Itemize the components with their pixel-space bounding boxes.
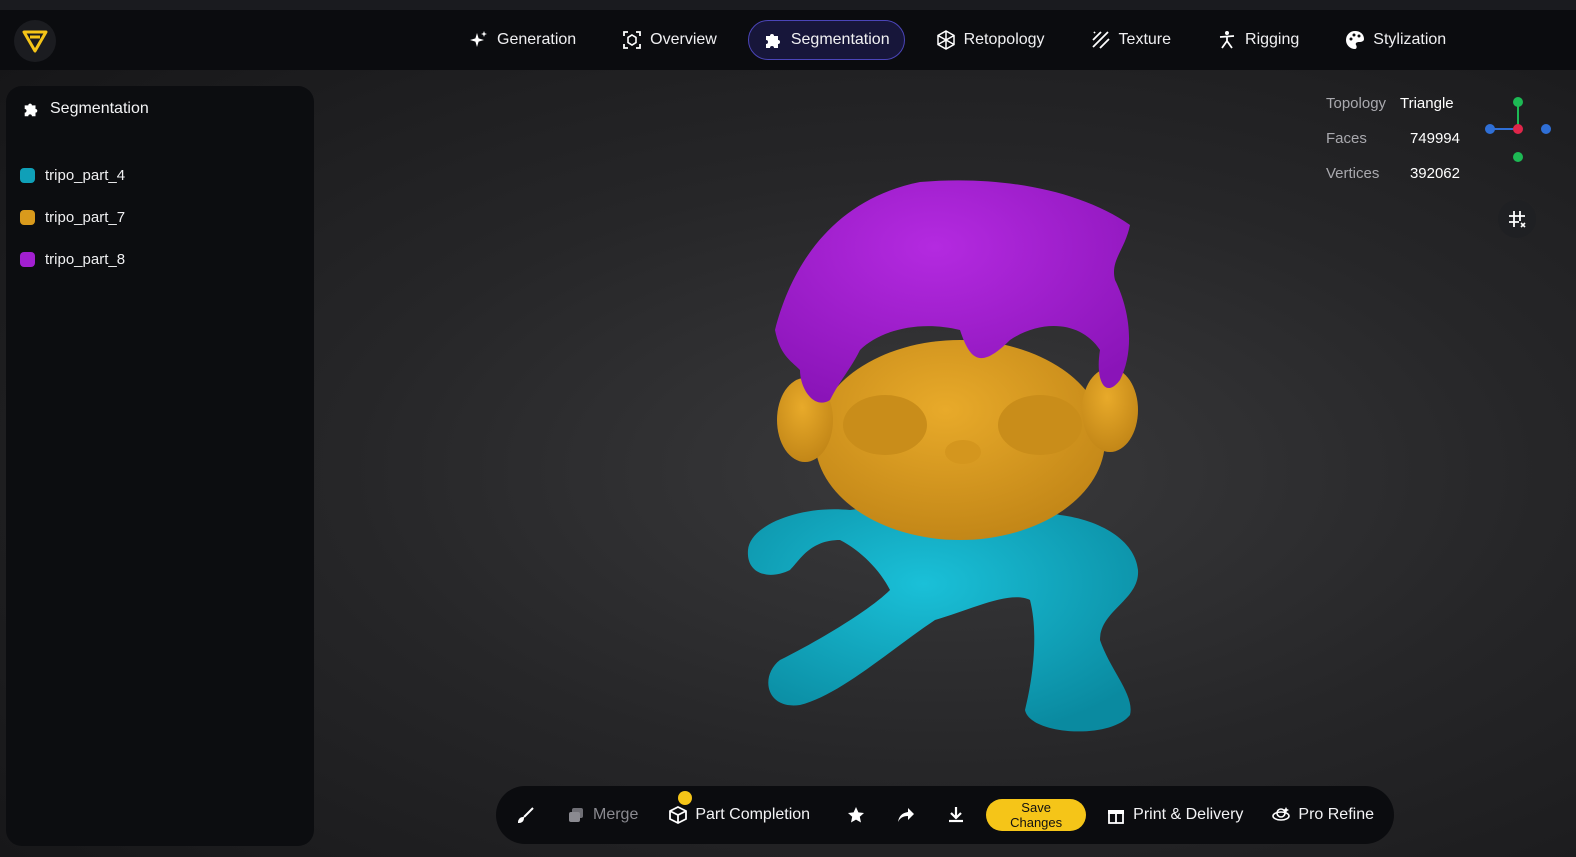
- part-color-swatch: [20, 251, 35, 267]
- hatch-icon: [1091, 31, 1110, 49]
- puzzle-icon: [765, 34, 780, 48]
- palette-icon: [1346, 31, 1365, 49]
- tab-segmentation-label: Segmentation: [790, 31, 890, 48]
- tab-stylization-label: Stylization: [1373, 31, 1447, 48]
- stat-vertices-label: Vertices: [1326, 165, 1380, 182]
- grid-icon: [1509, 211, 1526, 228]
- stat-faces-value: 749994: [1409, 130, 1460, 147]
- download-button[interactable]: [946, 805, 966, 825]
- figure-icon: [1219, 31, 1235, 49]
- share-arrow-icon: [898, 808, 915, 822]
- favorite-button[interactable]: [846, 805, 866, 825]
- refine-icon: [1272, 807, 1291, 821]
- share-button[interactable]: [896, 805, 916, 825]
- tab-generation-label: Generation: [497, 31, 577, 48]
- download-icon: [949, 807, 964, 823]
- part-completion-button[interactable]: Part Completion: [668, 791, 811, 825]
- axis-gizmo[interactable]: [1482, 94, 1554, 164]
- star-icon: [848, 807, 865, 823]
- axis-z-positive[interactable]: [1541, 124, 1551, 134]
- app-logo[interactable]: [14, 20, 56, 62]
- brush-icon: [517, 807, 534, 824]
- bottom-toolbar: Merge Part Completion Save Changes Print…: [496, 786, 1394, 844]
- merge-label: Merge: [593, 806, 639, 823]
- part-name: tripo_part_8: [45, 250, 126, 268]
- stat-faces: Faces 749994: [1326, 121, 1470, 156]
- premium-crown-icon: [678, 791, 693, 805]
- tab-retopology[interactable]: Retopology: [921, 20, 1060, 60]
- part-name: tripo_part_4: [45, 166, 126, 184]
- tab-overview[interactable]: Overview: [607, 20, 732, 60]
- sidebar-title: Segmentation: [50, 100, 149, 117]
- segmentation-sidebar: Segmentation tripo_part_4 tripo_part_7 t…: [6, 86, 314, 846]
- 3d-model-viewport[interactable]: [720, 170, 1170, 760]
- sidebar-header: Segmentation: [22, 100, 149, 118]
- print-delivery-button[interactable]: Print & Delivery: [1106, 805, 1243, 825]
- mesh-stats: Topology Triangle Faces 749994 Vertices …: [1326, 86, 1470, 191]
- top-navigation-bar: Generation Overview Segmentation Retopol…: [0, 0, 1576, 70]
- logo-icon: [22, 30, 48, 53]
- scan-cube-icon: [623, 31, 642, 49]
- mesh-icon: [936, 30, 955, 50]
- main-nav: Generation Overview Segmentation Retopol…: [454, 20, 1477, 60]
- tab-texture[interactable]: Texture: [1076, 20, 1186, 60]
- axis-y-negative[interactable]: [1513, 152, 1523, 162]
- part-item-7[interactable]: tripo_part_7: [20, 196, 125, 238]
- tab-overview-label: Overview: [650, 31, 717, 48]
- brush-tool-button[interactable]: [516, 805, 536, 825]
- grid-toggle-button[interactable]: [1498, 200, 1536, 238]
- tab-rigging[interactable]: Rigging: [1202, 20, 1314, 60]
- stat-topology: Topology Triangle: [1326, 86, 1470, 121]
- part-item-4[interactable]: tripo_part_4: [20, 154, 125, 196]
- stat-topology-label: Topology: [1326, 95, 1387, 112]
- pro-refine-button[interactable]: Pro Refine: [1271, 805, 1374, 825]
- tab-texture-label: Texture: [1118, 31, 1172, 48]
- tab-retopology-label: Retopology: [963, 31, 1045, 48]
- sparkle-icon: [470, 31, 487, 47]
- tab-segmentation[interactable]: Segmentation: [747, 20, 905, 60]
- axis-x[interactable]: [1513, 124, 1523, 134]
- axis-y-positive[interactable]: [1513, 97, 1523, 107]
- part-color-swatch: [20, 167, 35, 183]
- tab-rigging-label: Rigging: [1245, 31, 1300, 48]
- merge-button[interactable]: Merge: [566, 805, 638, 825]
- part-list: tripo_part_4 tripo_part_7 tripo_part_8: [20, 154, 125, 280]
- part-color-swatch: [20, 209, 35, 225]
- box-icon: [669, 805, 688, 825]
- pro-refine-label: Pro Refine: [1298, 806, 1374, 823]
- stat-vertices: Vertices 392062: [1326, 156, 1470, 191]
- stat-vertices-value: 392062: [1409, 165, 1460, 182]
- save-changes-button[interactable]: Save Changes: [986, 799, 1087, 831]
- puzzle-icon: [24, 103, 38, 117]
- merge-icon: [569, 808, 583, 822]
- part-item-8[interactable]: tripo_part_8: [20, 238, 125, 280]
- part-name: tripo_part_7: [45, 208, 126, 226]
- stat-faces-label: Faces: [1326, 130, 1367, 147]
- stat-topology-value: Triangle: [1400, 95, 1454, 112]
- tab-stylization[interactable]: Stylization: [1330, 20, 1461, 60]
- print-delivery-label: Print & Delivery: [1133, 806, 1244, 823]
- axis-z-negative[interactable]: [1485, 124, 1495, 134]
- gift-icon: [1108, 810, 1125, 824]
- part-completion-label: Part Completion: [695, 806, 811, 823]
- tab-generation[interactable]: Generation: [454, 20, 591, 60]
